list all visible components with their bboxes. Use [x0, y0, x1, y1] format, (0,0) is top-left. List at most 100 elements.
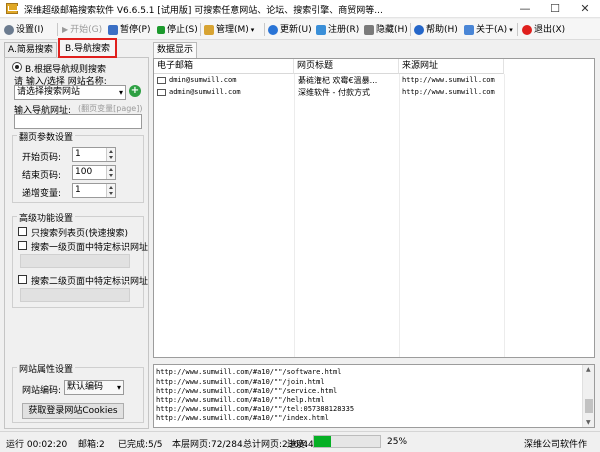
window-title: 深维超级邮箱搜索软件 V6.6.5.1 [试用版] 可搜索任意网站、论坛、搜索引… [24, 6, 383, 16]
about-button[interactable]: 关于(A) ▾ [464, 22, 513, 37]
close-button[interactable]: ✕ [570, 0, 600, 18]
stop-icon [157, 25, 165, 34]
step-value: 1 [75, 185, 81, 195]
update-button[interactable]: 更新(U) [268, 22, 312, 37]
tab-nav-search[interactable]: B.导航搜索 [58, 38, 118, 58]
column-divider [294, 74, 295, 357]
encoding-select[interactable]: 默认编码 ▾ [64, 380, 124, 395]
column-divider [504, 74, 505, 357]
step-stepper[interactable] [106, 184, 115, 197]
site-attr-title: 网站属性设置 [17, 362, 76, 375]
scroll-up-icon[interactable]: ▲ [586, 366, 591, 373]
level1-pattern-input[interactable] [20, 254, 130, 268]
manage-button[interactable]: 管理(M) ▾ [204, 22, 254, 37]
log-line: http://www.sumwill.com/#a10/""/service.h… [156, 387, 338, 395]
table-row[interactable]: admin@sumwill.com 深维软件 - 付款方式 http://www… [154, 87, 594, 99]
log-panel[interactable]: http://www.sumwill.com/#a10/""/software.… [153, 364, 595, 428]
page-variable-hint: (翻页变量[page]) [78, 104, 143, 113]
encoding-label: 网站编码: [22, 386, 62, 396]
mailbox-count: 邮箱:2 [78, 440, 105, 450]
stop-button[interactable]: 停止(S) [157, 22, 198, 37]
log-line: http://www.sumwill.com/#a10/""/index.htm… [156, 414, 329, 422]
settings-button[interactable]: 设置(I) [4, 22, 44, 37]
level1-checkbox[interactable] [18, 241, 27, 250]
log-line: http://www.sumwill.com/#a10/""/tel:05738… [156, 405, 355, 413]
email-cell: dmin@sumwill.com [169, 76, 237, 84]
log-scrollbar[interactable]: ▲ ▼ [582, 365, 594, 427]
start-page-value: 1 [75, 149, 81, 159]
tab-data-display[interactable]: 数据显示 [153, 42, 198, 58]
toolbar: 设置(I) ▶ 开始(G) 暂停(P) 停止(S) 管理(M) ▾ 更新(U) … [0, 19, 600, 40]
encoding-value: 默认编码 [67, 382, 104, 392]
about-label: 关于(A) [476, 24, 508, 35]
url-cell: http://www.sumwill.com [402, 88, 495, 96]
start-button[interactable]: ▶ 开始(G) [62, 22, 102, 37]
app-icon [6, 3, 18, 14]
get-cookies-button[interactable]: 获取登录网站Cookies [22, 403, 124, 419]
pause-button[interactable]: 暂停(P) [108, 22, 150, 37]
about-icon [464, 24, 474, 35]
envelope-icon [157, 77, 166, 84]
stop-label: 停止(S) [167, 24, 198, 35]
step-label: 递增变量: [22, 189, 62, 199]
pause-label: 暂停(P) [120, 24, 151, 35]
hide-label: 隐藏(H) [376, 24, 408, 35]
level1-label: 搜索一级页面中特定标识网址 [31, 243, 149, 253]
minimize-button[interactable]: — [510, 0, 540, 18]
tab-simple-search[interactable]: A.简易搜索 [4, 42, 57, 58]
help-icon [414, 24, 424, 35]
list-only-checkbox[interactable] [18, 227, 27, 236]
scrollbar-thumb[interactable] [585, 399, 593, 413]
help-button[interactable]: 帮助(H) [414, 22, 458, 37]
table-row[interactable]: dmin@sumwill.com 綦裢潅杞 欢霉€溫暴... http://ww… [154, 75, 594, 87]
maximize-button[interactable]: ☐ [540, 0, 570, 18]
update-label: 更新(U) [280, 24, 312, 35]
chevron-down-icon: ▾ [118, 88, 123, 97]
start-page-label: 开始页码: [22, 153, 62, 163]
column-header-url[interactable]: 来源网址 [399, 59, 504, 74]
advanced-group-title: 高级功能设置 [17, 211, 76, 224]
level2-pattern-input[interactable] [20, 288, 130, 302]
exit-icon [522, 24, 532, 35]
running-time: 运行 00:02:20 [6, 440, 68, 450]
envelope-icon [157, 89, 166, 96]
start-page-stepper[interactable] [106, 148, 115, 161]
nav-url-input[interactable] [14, 114, 142, 129]
hide-button[interactable]: 隐藏(H) [364, 22, 408, 37]
hide-icon [364, 24, 374, 35]
progress-fill [314, 436, 331, 447]
status-bar: 运行 00:02:20 邮箱:2 已完成:5/5 本层网页:72/284 总计网… [0, 431, 600, 452]
log-line: http://www.sumwill.com/#a10/""/software.… [156, 368, 342, 376]
site-select-value: 请选择搜索网站 [17, 87, 81, 97]
step-input[interactable]: 1 [72, 183, 116, 198]
pause-icon [108, 24, 118, 35]
layer-pages: 本层网页:72/284 [172, 440, 243, 450]
column-header-title[interactable]: 网页标题 [294, 59, 399, 74]
scroll-down-icon[interactable]: ▼ [586, 419, 591, 426]
gear-icon [4, 24, 14, 35]
paging-group-title: 翻页参数设置 [17, 130, 76, 143]
end-page-label: 结束页码: [22, 171, 62, 181]
site-select[interactable]: 请选择搜索网站 ▾ [14, 85, 126, 100]
toolbar-separator [410, 23, 411, 36]
exit-button[interactable]: 退出(X) [522, 22, 565, 37]
toolbar-separator [200, 23, 201, 36]
level2-checkbox[interactable] [18, 275, 27, 284]
chevron-down-icon: ▾ [116, 383, 121, 392]
nav-radio[interactable] [12, 62, 22, 72]
toolbar-separator [517, 23, 518, 36]
column-header-email[interactable]: 电子邮箱 [154, 59, 294, 74]
toolbar-separator [57, 23, 58, 36]
start-page-input[interactable]: 1 [72, 147, 116, 162]
end-page-input[interactable]: 100 [72, 165, 116, 180]
progress-label: 进度: [287, 440, 309, 450]
url-cell: http://www.sumwill.com [402, 76, 495, 84]
register-label: 注册(R) [328, 24, 360, 35]
log-line: http://www.sumwill.com/#a10/""/help.html [156, 396, 325, 404]
register-button[interactable]: 注册(R) [316, 22, 359, 37]
list-only-label: 只搜索列表页(快速搜索) [31, 229, 129, 239]
title-bar: 深维超级邮箱搜索软件 V6.6.5.1 [试用版] 可搜索任意网站、论坛、搜索引… [0, 0, 600, 18]
play-icon: ▶ [62, 24, 69, 34]
end-page-stepper[interactable] [106, 166, 115, 179]
add-site-icon[interactable]: + [129, 85, 141, 97]
